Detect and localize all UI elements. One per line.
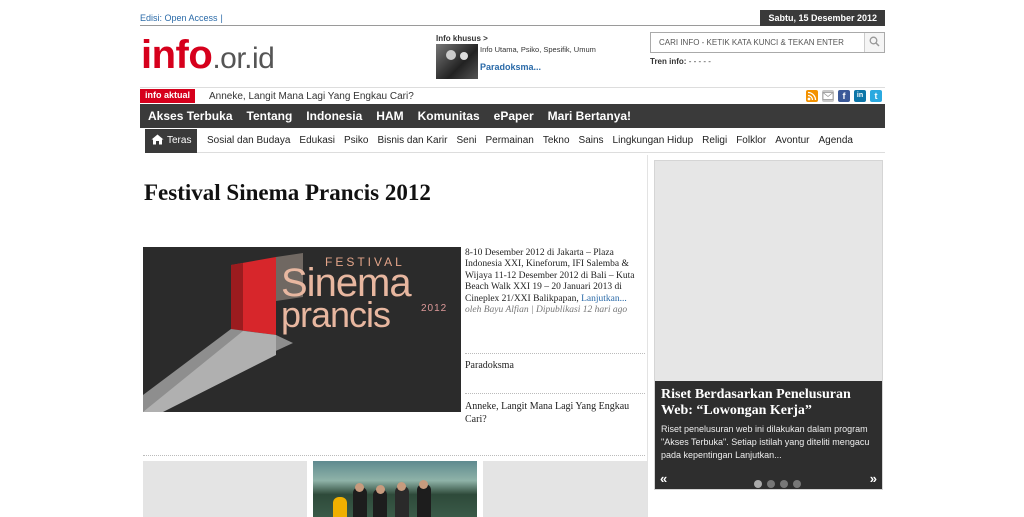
category-tekno[interactable]: Tekno: [543, 129, 570, 153]
category-edukasi[interactable]: Edukasi: [299, 129, 335, 153]
edition-link[interactable]: Edisi: Open Access |: [140, 13, 223, 23]
trend-info: Tren info: - - - - -: [650, 57, 711, 66]
category-psiko[interactable]: Psiko: [344, 129, 368, 153]
photo-figure: [376, 485, 385, 494]
facebook-icon[interactable]: f: [838, 90, 850, 102]
category-sains[interactable]: Sains: [579, 129, 604, 153]
photo-figure: [333, 497, 347, 517]
thumbnail-group-photo[interactable]: [313, 461, 477, 517]
nav-tentang[interactable]: Tentang: [240, 104, 300, 128]
category-sosial-dan-budaya[interactable]: Sosial dan Budaya: [207, 129, 290, 153]
article-divider: [143, 455, 645, 456]
site-logo[interactable]: info.or.id: [141, 33, 275, 81]
special-info: Info khusus > Info Utama, Psiko, Spesifi…: [436, 34, 626, 79]
trend-label: Tren info:: [650, 57, 687, 66]
slider-dot[interactable]: [780, 480, 788, 488]
related-article-link[interactable]: Anneke, Langit Mana Lagi Yang Engkau Car…: [465, 393, 645, 453]
rss-icon[interactable]: [806, 90, 818, 102]
home-icon: [151, 134, 164, 145]
slider-prev-button[interactable]: «: [660, 471, 667, 486]
nav-ham[interactable]: HAM: [369, 104, 410, 128]
slider-dot[interactable]: [767, 480, 775, 488]
home-tab-label: Teras: [167, 135, 192, 146]
thumbnail-placeholder[interactable]: [483, 461, 647, 517]
search-box: [650, 32, 885, 53]
category-items: Sosial dan Budaya Edukasi Psiko Bisnis dan …: [207, 129, 862, 153]
mail-icon[interactable]: [822, 90, 834, 102]
search-input[interactable]: [651, 33, 863, 52]
ticker-tag: info aktual: [140, 89, 196, 103]
slider-title[interactable]: Riset Berdasarkan Penelusuran Web: “Lowo…: [661, 387, 876, 419]
slider-text: Riset penelusuran web ini dilakukan dala…: [661, 424, 870, 460]
category-religi[interactable]: Religi: [702, 129, 727, 153]
category-lingkungan-hidup[interactable]: Lingkungan Hidup: [613, 129, 694, 153]
special-info-label[interactable]: Info khusus >: [436, 34, 626, 43]
article-byline: oleh Bayu Alfian | Dipublikasi 12 hari a…: [465, 305, 628, 316]
category-avontur[interactable]: Avontur: [775, 129, 809, 153]
nav-epaper[interactable]: ePaper: [487, 104, 541, 128]
poster-year-text: 2012: [421, 303, 448, 314]
related-article-link[interactable]: Paradoksma: [465, 353, 645, 393]
search-button[interactable]: [864, 33, 884, 52]
slider-next-button[interactable]: »: [870, 471, 877, 486]
slider-dot[interactable]: [793, 480, 801, 488]
edition-label[interactable]: Edisi: Open Access: [140, 13, 218, 23]
nav-mari-bertanya[interactable]: Mari Bertanya!: [541, 104, 638, 128]
read-more-link[interactable]: Lanjutkan...: [581, 294, 627, 304]
special-info-title-link[interactable]: Paradoksma...: [480, 62, 541, 72]
featured-slider: Riset Berdasarkan Penelusuran Web: “Lowo…: [654, 160, 883, 490]
photo-figure: [397, 482, 406, 491]
slider-dot[interactable]: [754, 480, 762, 488]
category-bisnis-dan-karir[interactable]: Bisnis dan Karir: [377, 129, 447, 153]
twitter-icon[interactable]: t: [870, 90, 882, 102]
column-divider: [647, 155, 648, 517]
special-info-categories: Info Utama, Psiko, Spesifik, Umum: [480, 45, 596, 54]
slider-controls: « »: [655, 469, 882, 489]
page: Edisi: Open Access | Sabtu, 15 Desember 2…: [140, 0, 885, 517]
top-strip: Edisi: Open Access | Sabtu, 15 Desember 2…: [140, 10, 885, 26]
slider-caption[interactable]: Riset Berdasarkan Penelusuran Web: “Lowo…: [655, 381, 882, 469]
logo-brand: info: [141, 33, 213, 77]
thumbnail-placeholder[interactable]: [143, 461, 307, 517]
slider-dots: [754, 475, 806, 493]
special-info-thumbnail[interactable]: [436, 44, 478, 79]
social-links: f in t: [802, 90, 882, 103]
category-agenda[interactable]: Agenda: [819, 129, 853, 153]
category-nav: Teras Sosial dan Budaya Edukasi Psiko Bisni…: [145, 129, 885, 153]
article-thumbnails: [143, 461, 647, 517]
nav-indonesia[interactable]: Indonesia: [299, 104, 369, 128]
photo-figure: [355, 483, 364, 492]
article-feature-image[interactable]: FESTIVAL Sinema prancis 2012: [143, 247, 461, 412]
date-badge: Sabtu, 15 Desember 2012: [760, 10, 885, 26]
linkedin-icon[interactable]: in: [854, 90, 866, 102]
article-title[interactable]: Festival Sinema Prancis 2012: [144, 180, 431, 206]
edition-separator: |: [220, 13, 223, 23]
nav-akses-terbuka[interactable]: Akses Terbuka: [140, 104, 240, 128]
poster-prancis-text: prancis: [281, 294, 391, 335]
photo-figure: [419, 480, 428, 489]
ticker-headline[interactable]: Anneke, Langit Mana Lagi Yang Engkau Car…: [209, 91, 414, 102]
logo-tld: .or.id: [212, 42, 275, 75]
category-permainan[interactable]: Permainan: [485, 129, 533, 153]
nav-komunitas[interactable]: Komunitas: [411, 104, 487, 128]
news-ticker: info aktual Anneke, Langit Mana Lagi Yan…: [140, 87, 885, 104]
trend-value: - - - - -: [688, 57, 711, 66]
category-folklor[interactable]: Folklor: [736, 129, 766, 153]
article-excerpt: 8-10 Desember 2012 di Jakarta – Plaza In…: [465, 248, 645, 316]
main-nav: Akses Terbuka Tentang Indonesia HAM Komunita…: [140, 104, 885, 128]
category-seni[interactable]: Seni: [456, 129, 476, 153]
home-tab[interactable]: Teras: [145, 129, 198, 153]
search-icon: [869, 36, 880, 47]
